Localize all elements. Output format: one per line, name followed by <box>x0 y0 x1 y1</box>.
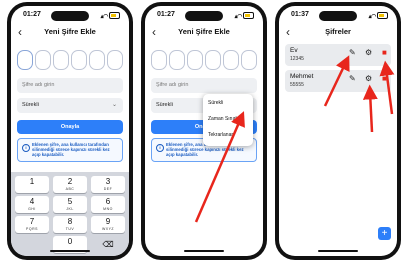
phone-add-password-keypad: 01:27 ▴◠ ‹ Yeni Şifre Ekle Şifre adı gir… <box>7 2 133 260</box>
status-time: 01:37 <box>291 11 309 18</box>
key-9[interactable]: 9 WXYZ <box>91 216 125 233</box>
screen: 01:37 ▴◠ ‹ Şifreler Ev 12345 ✎ ⚙ ■ Mehme… <box>279 6 397 256</box>
wifi-icon: ▴◠ <box>368 14 377 20</box>
page-title: Şifreler <box>325 27 351 36</box>
pin-box[interactable] <box>151 50 167 70</box>
status-icons: ▴◠ <box>369 11 388 20</box>
pin-input-row[interactable] <box>17 50 123 72</box>
trash-icon[interactable]: ■ <box>382 48 387 58</box>
backspace-icon[interactable]: ⌫ <box>91 236 125 253</box>
wifi-icon: ▴◠ <box>234 14 243 20</box>
pin-box[interactable] <box>71 50 87 70</box>
password-item[interactable]: Mehmet 55555 ✎ ⚙ ■ <box>285 70 391 92</box>
password-name: Mehmet <box>290 73 314 80</box>
info-box: i Eklenen şifre, ana kullanıcı tarafında… <box>17 138 123 162</box>
password-item[interactable]: Ev 12345 ✎ ⚙ ■ <box>285 44 391 66</box>
battery-icon <box>109 12 120 19</box>
password-name-input[interactable]: Şifre adı girin <box>17 78 123 93</box>
screen: 01:27 ▴◠ ‹ Yeni Şifre Ekle Şifre adı gir… <box>145 6 263 256</box>
add-password-button[interactable]: + <box>378 227 391 240</box>
duration-value: Sürekli <box>156 102 173 108</box>
dynamic-island <box>51 11 89 21</box>
page-title: Yeni Şifre Ekle <box>44 27 96 36</box>
nav-bar: ‹ Şifreler <box>279 26 397 40</box>
pin-box[interactable] <box>223 50 239 70</box>
nav-bar: ‹ Yeni Şifre Ekle <box>11 26 129 40</box>
pin-box[interactable] <box>205 50 221 70</box>
info-icon: i <box>156 144 164 152</box>
key-4[interactable]: 4 GHI <box>15 196 49 213</box>
info-text: Eklenen şifre, ana kullanıcı tarafından … <box>32 142 110 158</box>
status-icons: ▴◠ <box>235 11 254 20</box>
wifi-icon: ▴◠ <box>100 14 109 20</box>
key-2[interactable]: 2 ABC <box>53 176 87 193</box>
dynamic-island <box>319 11 357 21</box>
duration-value: Sürekli <box>22 102 39 108</box>
numeric-keypad: 1 2 ABC 3 DEF 4 GHI 5 JKL 6 MNO 7 PQRS 8 TUV 9W… <box>11 172 129 256</box>
home-indicator <box>184 250 224 252</box>
key-3[interactable]: 3 DEF <box>91 176 125 193</box>
status-time: 01:27 <box>157 11 175 18</box>
gear-icon[interactable]: ⚙ <box>365 74 372 84</box>
key-8[interactable]: 8 TUV <box>53 216 87 233</box>
pin-box[interactable] <box>53 50 69 70</box>
status-time: 01:27 <box>23 11 41 18</box>
confirm-button[interactable]: Onayla <box>17 120 123 134</box>
phone-add-password-dropdown: 01:27 ▴◠ ‹ Yeni Şifre Ekle Şifre adı gir… <box>141 2 267 260</box>
pin-box[interactable] <box>89 50 105 70</box>
duration-select[interactable]: Sürekli ⌄ <box>17 98 123 113</box>
key-7[interactable]: 7 PQRS <box>15 216 49 233</box>
status-bar: 01:37 ▴◠ <box>279 10 397 22</box>
key-5[interactable]: 5 JKL <box>53 196 87 213</box>
screen: 01:27 ▴◠ ‹ Yeni Şifre Ekle Şifre adı gir… <box>11 6 129 256</box>
home-indicator <box>50 250 90 252</box>
nav-bar: ‹ Yeni Şifre Ekle <box>145 26 263 40</box>
password-code: 55555 <box>290 82 304 88</box>
battery-icon <box>377 12 388 19</box>
home-indicator <box>318 250 358 252</box>
pin-box[interactable] <box>169 50 185 70</box>
status-bar: 01:27 ▴◠ <box>145 10 263 22</box>
pin-box[interactable] <box>17 50 33 70</box>
duration-dropdown-menu: Sürekli Zaman Sınırlı Tekrarlanan <box>203 94 253 146</box>
dropdown-option[interactable]: Tekrarlanan <box>208 132 234 138</box>
pin-input-row[interactable] <box>151 50 257 72</box>
battery-icon <box>243 12 254 19</box>
info-icon: i <box>22 144 30 152</box>
pin-box[interactable] <box>187 50 203 70</box>
pencil-icon[interactable]: ✎ <box>349 48 356 58</box>
key-1[interactable]: 1 <box>15 176 49 193</box>
gear-icon[interactable]: ⚙ <box>365 48 372 58</box>
pencil-icon[interactable]: ✎ <box>349 74 356 84</box>
dropdown-option[interactable]: Zaman Sınırlı <box>208 116 238 122</box>
page-title: Yeni Şifre Ekle <box>178 27 230 36</box>
status-bar: 01:27 ▴◠ <box>11 10 129 22</box>
phone-password-list: 01:37 ▴◠ ‹ Şifreler Ev 12345 ✎ ⚙ ■ Mehme… <box>275 2 401 260</box>
dynamic-island <box>185 11 223 21</box>
key-6[interactable]: 6 MNO <box>91 196 125 213</box>
password-code: 12345 <box>290 56 304 62</box>
trash-icon[interactable]: ■ <box>382 74 387 84</box>
pin-box[interactable] <box>107 50 123 70</box>
pin-box[interactable] <box>35 50 51 70</box>
dropdown-option[interactable]: Sürekli <box>208 100 223 106</box>
pin-box[interactable] <box>241 50 257 70</box>
status-icons: ▴◠ <box>101 11 120 20</box>
chevron-down-icon: ⌄ <box>111 102 117 108</box>
password-name-input[interactable]: Şifre adı girin <box>151 78 257 93</box>
password-name: Ev <box>290 47 298 54</box>
